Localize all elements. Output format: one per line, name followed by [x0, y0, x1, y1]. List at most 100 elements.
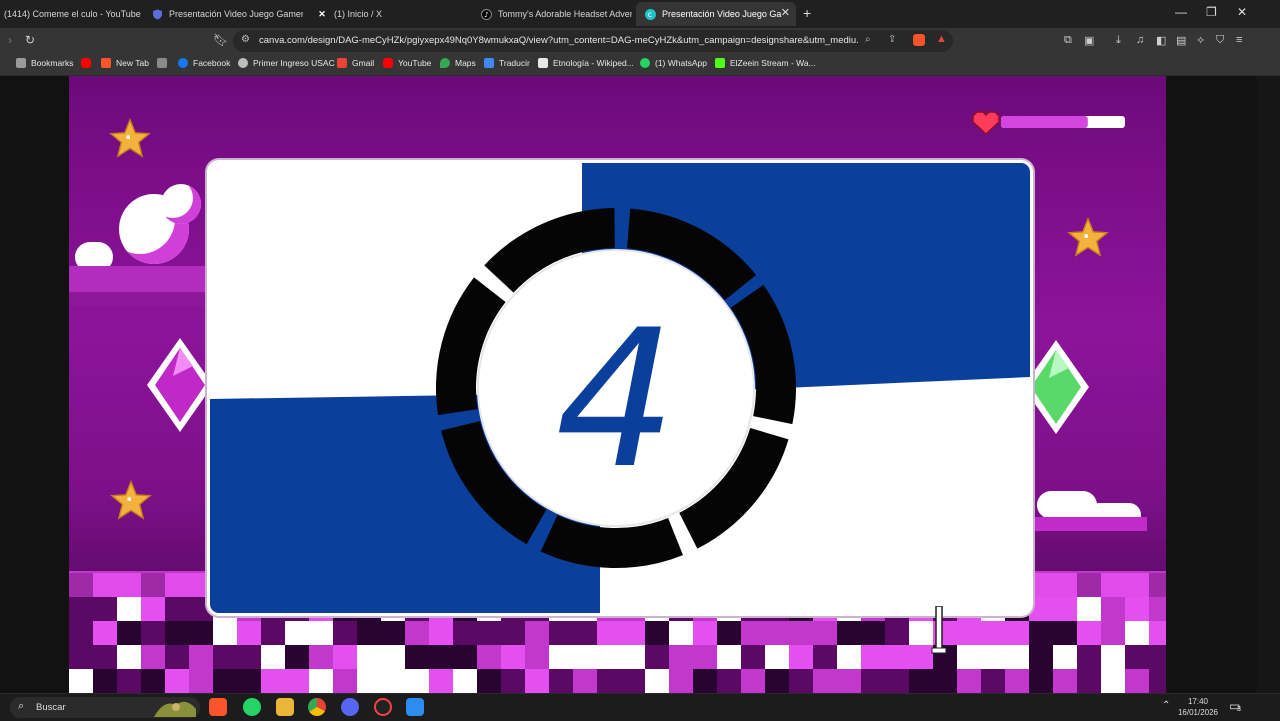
forward-icon[interactable]: › — [8, 33, 12, 47]
tray-chevron-icon[interactable]: ⌃ — [1162, 700, 1170, 711]
url-text[interactable]: canva.com/design/DAG-meCyHZk/pgiyxepx49N… — [259, 35, 859, 46]
tab-tiktok[interactable]: ♪ Tommy's Adorable Headset Adventu — [472, 2, 632, 26]
close-window-icon[interactable]: ✕ — [1237, 5, 1247, 19]
bookmarks-icon — [16, 58, 26, 68]
ground-block — [1125, 597, 1149, 621]
reload-icon[interactable]: ↻ — [25, 33, 35, 47]
bookmark-item[interactable]: New Tab — [101, 58, 149, 68]
brave-rewards-icon[interactable]: ▲ — [936, 33, 947, 45]
menu-icon[interactable]: ≡ — [1236, 34, 1242, 46]
app-icon[interactable] — [406, 698, 424, 716]
ground-block — [789, 621, 813, 645]
tab-youtube[interactable]: (1414) Comeme el culo - YouTube — [0, 2, 145, 26]
ground-block — [189, 645, 213, 669]
tab-title: Tommy's Adorable Headset Adventu — [498, 9, 632, 19]
clock-time: 17:40 — [1187, 697, 1208, 706]
leo-ai-icon[interactable]: ✧ — [1196, 34, 1205, 47]
ground-block — [165, 645, 189, 669]
ground-block — [261, 645, 285, 669]
restore-icon[interactable]: ❐ — [1206, 5, 1217, 19]
bookmark-item[interactable]: Bookmarks — [16, 58, 74, 68]
taskbar-clock[interactable]: 17:40 16/01/2026 — [1178, 696, 1218, 718]
ground-block — [117, 645, 141, 669]
close-tab-icon[interactable]: ✕ — [781, 6, 790, 19]
ground-block — [93, 669, 117, 693]
tab-canva-active[interactable]: c Presentación Video Juego Gamer ✕ — [636, 2, 796, 26]
new-tab-icon[interactable]: + — [803, 5, 811, 21]
bookmark-item[interactable]: Etnología - Wikiped... — [538, 58, 634, 68]
screenshot-icon[interactable]: ▣ — [1084, 34, 1094, 47]
brave-taskbar-icon[interactable] — [209, 698, 227, 716]
extensions-icon[interactable]: ⧉ — [1064, 34, 1072, 47]
ground-block — [69, 645, 93, 669]
ground-block — [1101, 597, 1125, 621]
ground-block — [237, 645, 261, 669]
ground-block — [141, 645, 165, 669]
ground-block — [357, 669, 381, 693]
ground-block — [141, 597, 165, 621]
bookmark-item[interactable]: Facebook — [178, 58, 230, 68]
scrollbar[interactable] — [1257, 76, 1280, 693]
ground-block — [813, 645, 837, 669]
ground-block — [1053, 645, 1077, 669]
site-info-icon[interactable]: ⚙︎ — [241, 34, 250, 45]
bookmark-item[interactable]: Traducir — [484, 58, 530, 68]
ground-block — [453, 645, 477, 669]
ground-block — [69, 573, 93, 597]
ground-block — [981, 621, 1005, 645]
whatsapp-taskbar-icon[interactable] — [243, 698, 261, 716]
brave-shields-icon[interactable] — [913, 34, 925, 46]
media-icon[interactable]: ♫ — [1136, 34, 1144, 46]
bookmark-item[interactable]: Maps — [440, 58, 476, 68]
ground-block — [1125, 669, 1149, 693]
bookmark-item[interactable]: Gmail — [337, 58, 374, 68]
bookmark-item[interactable]: Primer Ingreso USAC — [238, 58, 335, 68]
bookmark-item[interactable]: (1) WhatsApp — [640, 58, 707, 68]
minimize-icon[interactable]: — — [1175, 5, 1187, 19]
ground-block — [765, 645, 789, 669]
bookmark-page-icon[interactable]: 🔖︎ — [213, 33, 228, 47]
ground-block — [237, 669, 261, 693]
download-icon[interactable]: ⤓ — [1116, 34, 1121, 47]
file-explorer-icon[interactable] — [276, 698, 294, 716]
notification-count: 3 — [1237, 706, 1241, 713]
wallet-icon[interactable]: ▤ — [1176, 34, 1186, 47]
address-bar[interactable]: ⚙︎ canva.com/design/DAG-meCyHZk/pgiyxepx… — [233, 30, 953, 52]
ground-block — [645, 621, 669, 645]
ground-block — [789, 645, 813, 669]
ground-block — [141, 621, 165, 645]
chrome-icon[interactable] — [308, 698, 326, 716]
ground-block — [69, 597, 93, 621]
share-icon[interactable]: ⇪ — [888, 34, 896, 45]
vpn-icon[interactable]: ⛉ — [1216, 34, 1224, 47]
bookmark-item[interactable]: ElZeein Stream - Wa... — [715, 58, 816, 68]
bookmark-item[interactable] — [81, 58, 96, 68]
taskbar-search[interactable]: ⌕ Buscar — [10, 697, 200, 718]
bookmarks-bar: Bookmarks New Tab Facebook Primer Ingres… — [0, 54, 1280, 76]
gmail-icon — [337, 58, 347, 68]
ground-block — [669, 669, 693, 693]
cursor-icon — [931, 606, 947, 654]
ground-block — [669, 645, 693, 669]
slide-stage[interactable]: 4 — [69, 76, 1166, 693]
ground-block — [165, 573, 189, 597]
ground-block — [141, 669, 165, 693]
ground-block — [597, 645, 621, 669]
tab-canva-presentation[interactable]: Presentación Video Juego Gamer Vib — [143, 2, 303, 26]
tab-strip: (1414) Comeme el culo - YouTube Presenta… — [0, 0, 1280, 28]
bookmark-item[interactable] — [157, 58, 172, 68]
ground-block — [837, 621, 861, 645]
tab-x-home[interactable]: ✕ (1) Inicio / X — [308, 2, 468, 26]
ground-block — [957, 621, 981, 645]
navigation-bar: › ↻ 🔖︎ ⚙︎ canva.com/design/DAG-meCyHZk/p… — [0, 28, 1280, 54]
ground-block — [1053, 573, 1077, 597]
ground-block — [981, 645, 1005, 669]
search-highlight-icon — [154, 701, 196, 717]
discord-icon[interactable] — [341, 698, 359, 716]
sidebar-icon[interactable]: ◧ — [1156, 34, 1166, 47]
bookmark-item[interactable]: YouTube — [383, 58, 431, 68]
ground-block — [933, 669, 957, 693]
zoom-icon[interactable]: ⌕ — [865, 34, 871, 45]
obs-icon[interactable] — [374, 698, 392, 716]
ground-block — [885, 669, 909, 693]
